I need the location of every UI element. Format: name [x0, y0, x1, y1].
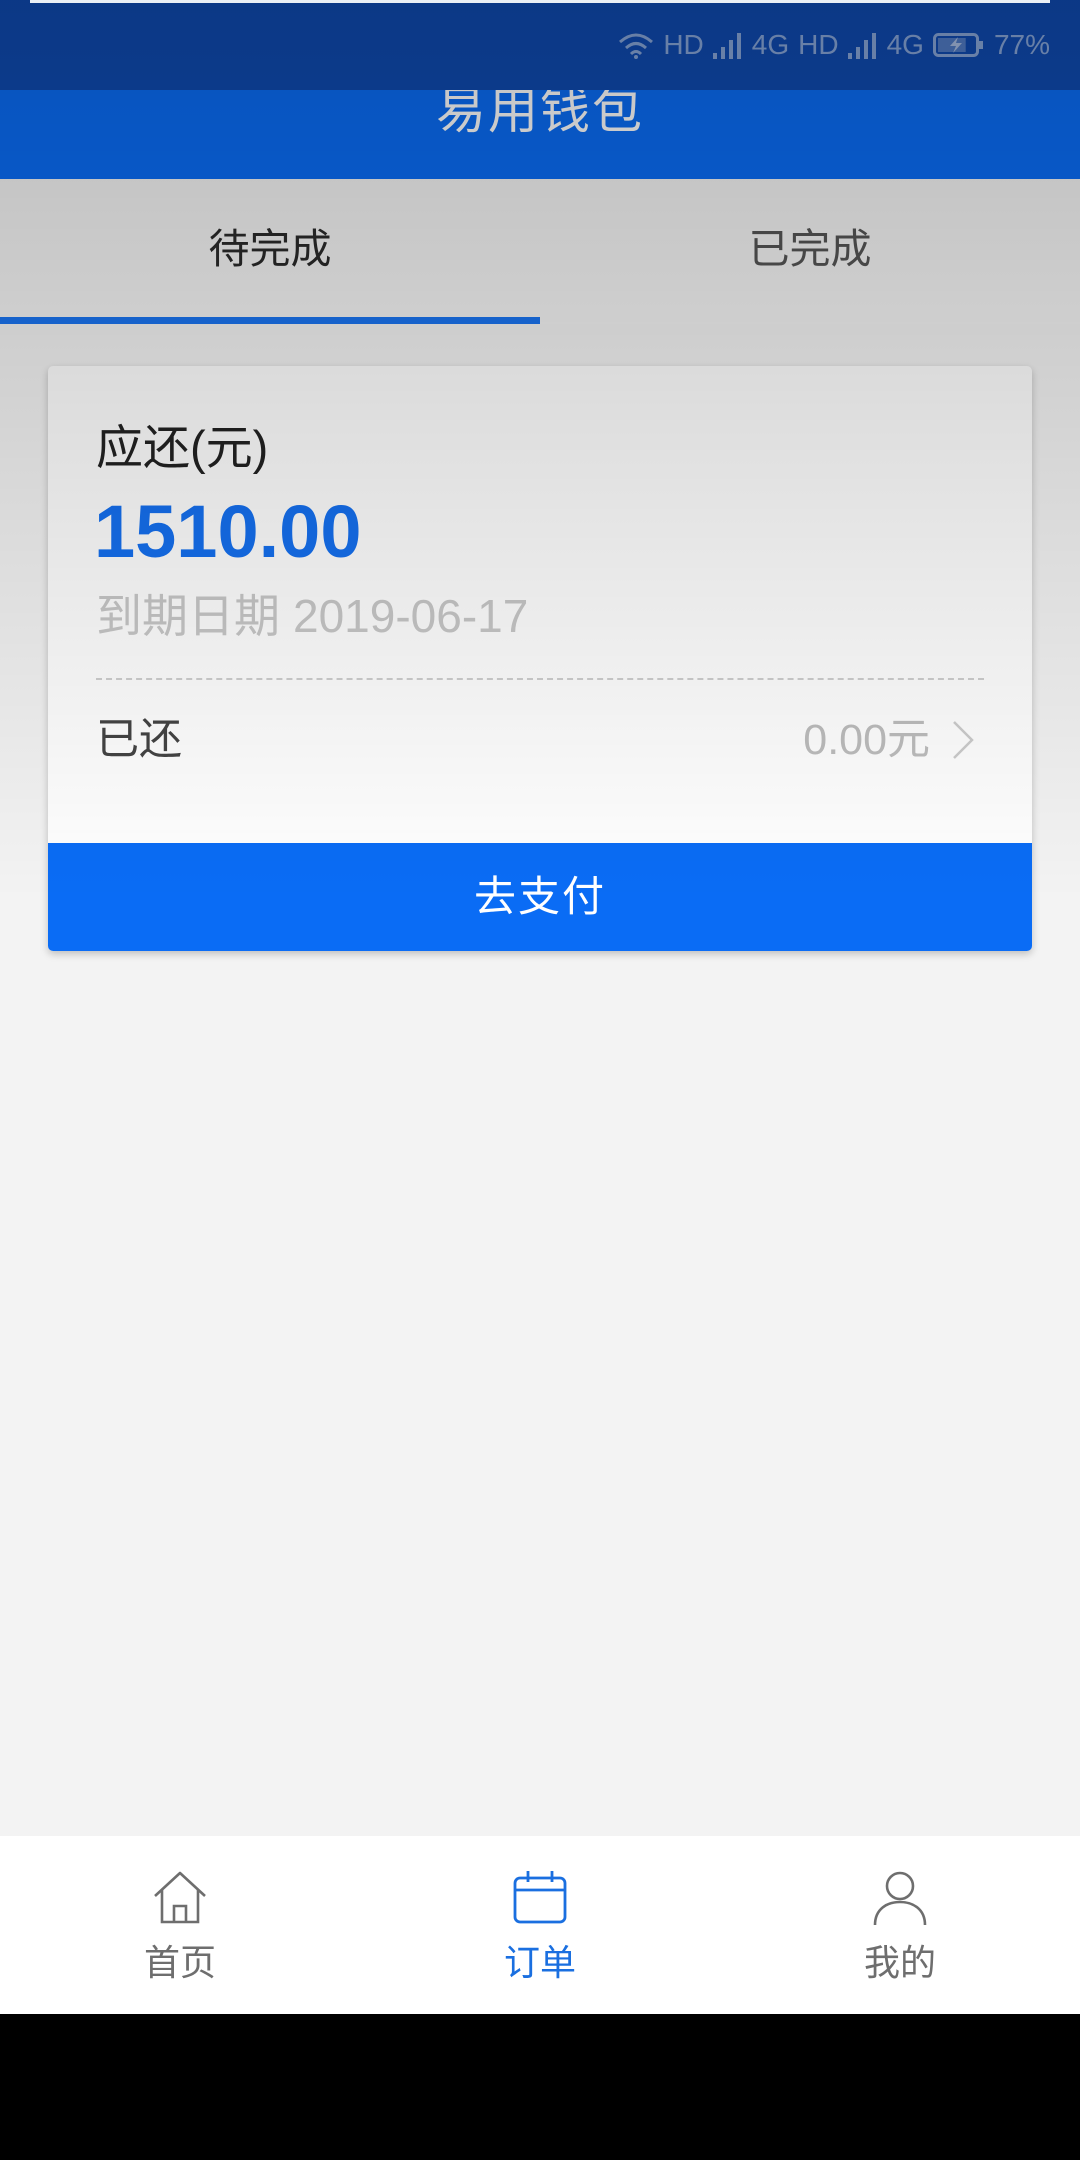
tab-active-indicator: [0, 317, 540, 324]
tab-label: 待完成: [208, 226, 332, 272]
wifi-icon: [618, 31, 654, 59]
signal-icon: [847, 31, 878, 59]
chevron-right-icon: [950, 718, 976, 767]
dashed-divider: [96, 678, 984, 680]
due-date-row: 到期日期 2019-06-17: [96, 592, 528, 640]
due-date: 2019-06-17: [293, 590, 529, 642]
notification-edge: [30, 0, 1050, 3]
network-label: HD: [663, 29, 704, 60]
home-icon: [154, 1871, 206, 1924]
nav-label: 订单: [503, 1942, 576, 1983]
nav-label: 首页: [143, 1942, 216, 1983]
nav-label: 我的: [863, 1942, 936, 1983]
tab-completed[interactable]: 已完成: [540, 179, 1080, 324]
tab-pending[interactable]: 待完成: [0, 179, 540, 324]
repaid-label: 已还: [96, 716, 182, 764]
due-label: 应还(元): [96, 421, 269, 474]
nav-item-home[interactable]: 首页: [0, 1836, 360, 2014]
order-card: 应还(元) 1510.00 到期日期 2019-06-17 已还 0.00元 去支…: [48, 366, 1032, 951]
page-title: 易用钱包: [436, 83, 644, 139]
user-icon: [873, 1871, 927, 1926]
tab-label: 已完成: [748, 226, 872, 272]
nav-item-orders[interactable]: 订单: [360, 1836, 720, 2014]
repaid-row[interactable]: 已还 0.00元: [48, 712, 1032, 768]
calendar-icon: [513, 1871, 567, 1924]
network-type: 4G: [751, 29, 790, 60]
repaid-amount: 0.00元: [803, 716, 930, 764]
system-navigation-bar: [0, 2014, 1080, 2160]
due-amount: 1510.00: [94, 490, 362, 573]
network-label: HD: [798, 29, 839, 60]
status-bar: HD 4G HD 4G 77%: [0, 0, 1080, 90]
battery-percent: 77%: [993, 29, 1050, 60]
pay-button[interactable]: 去支付: [48, 843, 1032, 951]
battery-icon: [932, 31, 985, 59]
due-date-label: 到期日期: [96, 590, 280, 642]
nav-item-profile[interactable]: 我的: [720, 1836, 1080, 2014]
signal-icon: [712, 31, 743, 59]
order-tabs: 待完成 已完成: [0, 179, 1080, 324]
bottom-nav: 首页 订单 我的: [0, 1836, 1080, 2014]
network-type: 4G: [886, 29, 924, 60]
